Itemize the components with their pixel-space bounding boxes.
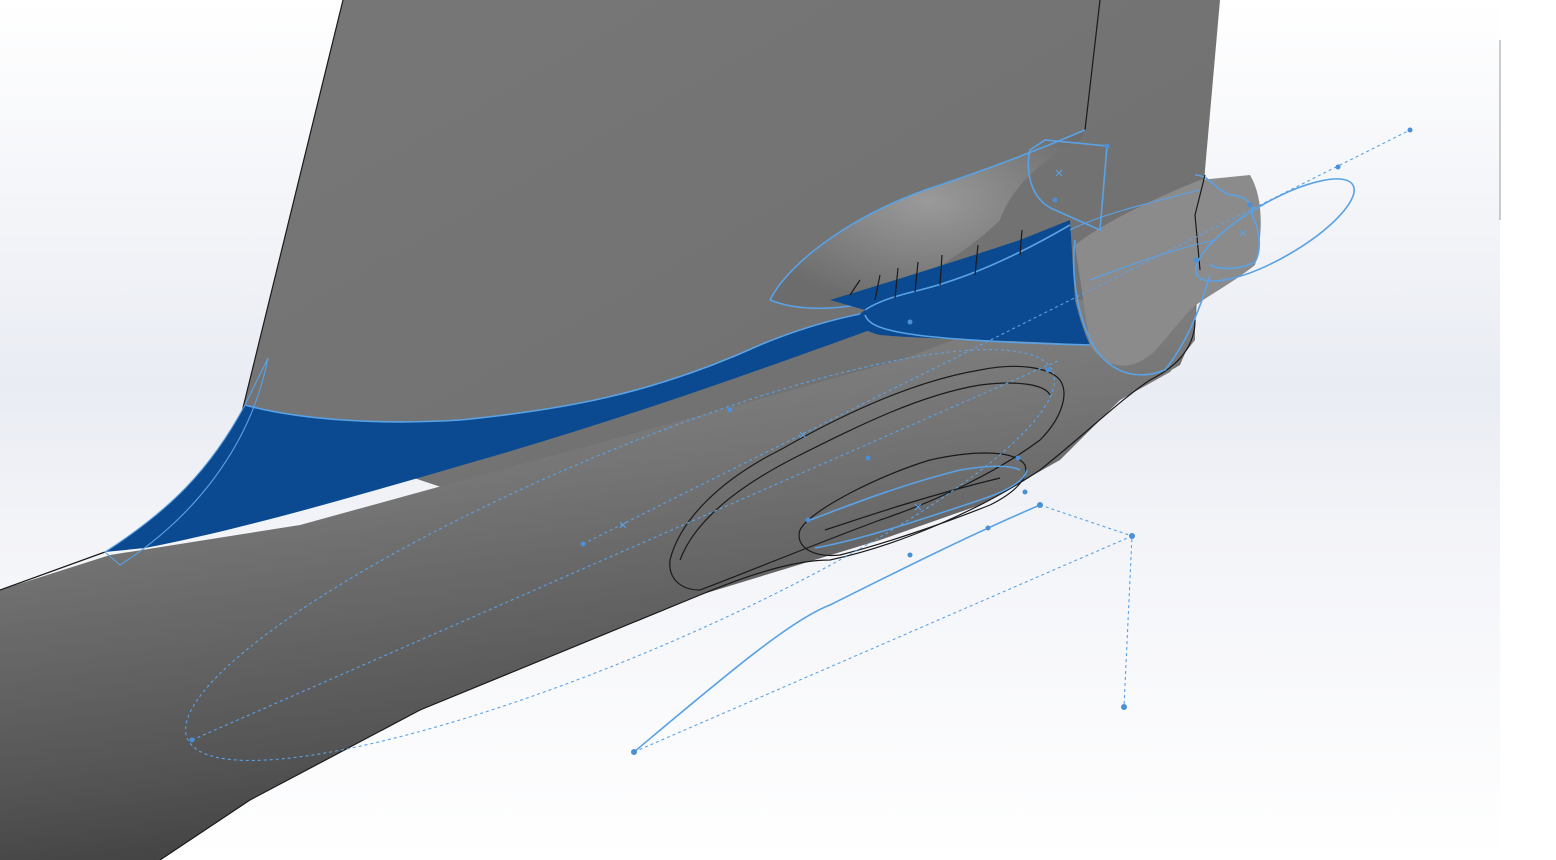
viewport-margin: [1500, 0, 1556, 860]
model-view[interactable]: [0, 0, 1556, 860]
graphics-area[interactable]: [0, 0, 1556, 860]
